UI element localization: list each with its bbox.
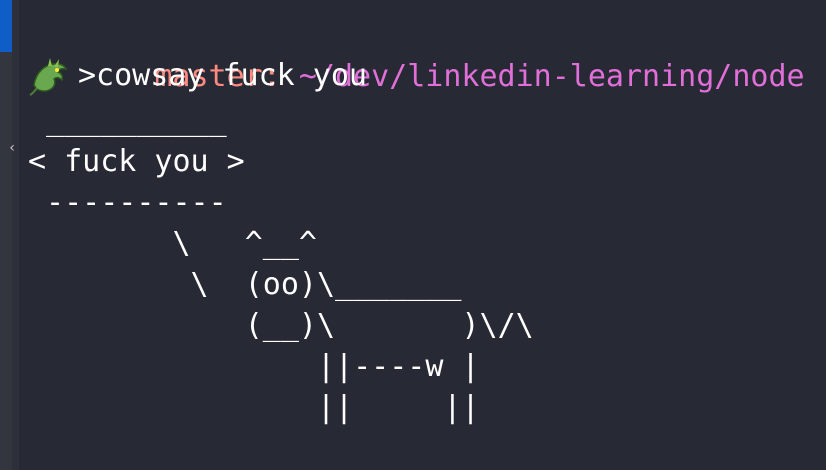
output-line: \ (oo)\_______: [28, 267, 462, 302]
output-line: ||----w |: [28, 349, 480, 384]
output-line: (__)\ )\/\: [28, 308, 534, 343]
output-line: || ||: [28, 390, 480, 425]
terminal-window: ‹ master: ~/dev/linkedin-learning/node >…: [0, 0, 826, 470]
terminal-content[interactable]: master: ~/dev/linkedin-learning/node >co…: [28, 0, 826, 470]
output-line: < fuck you >: [28, 144, 245, 179]
output-line: ----------: [28, 185, 227, 220]
side-panel-body: [0, 52, 12, 470]
chevron-left-icon: ‹: [8, 140, 17, 156]
command-text: >cowsay fuck you: [78, 58, 367, 93]
command-line: >cowsay fuck you: [28, 55, 367, 97]
side-panel-accent: [0, 0, 12, 52]
output-line: __________: [28, 103, 227, 138]
output-line: \ ^__^: [28, 226, 317, 261]
prompt-path: ~/dev/linkedin-learning/node: [298, 59, 805, 94]
dragon-icon: [29, 58, 68, 96]
cowsay-output: __________ < fuck you > ---------- \ ^__…: [28, 100, 534, 428]
